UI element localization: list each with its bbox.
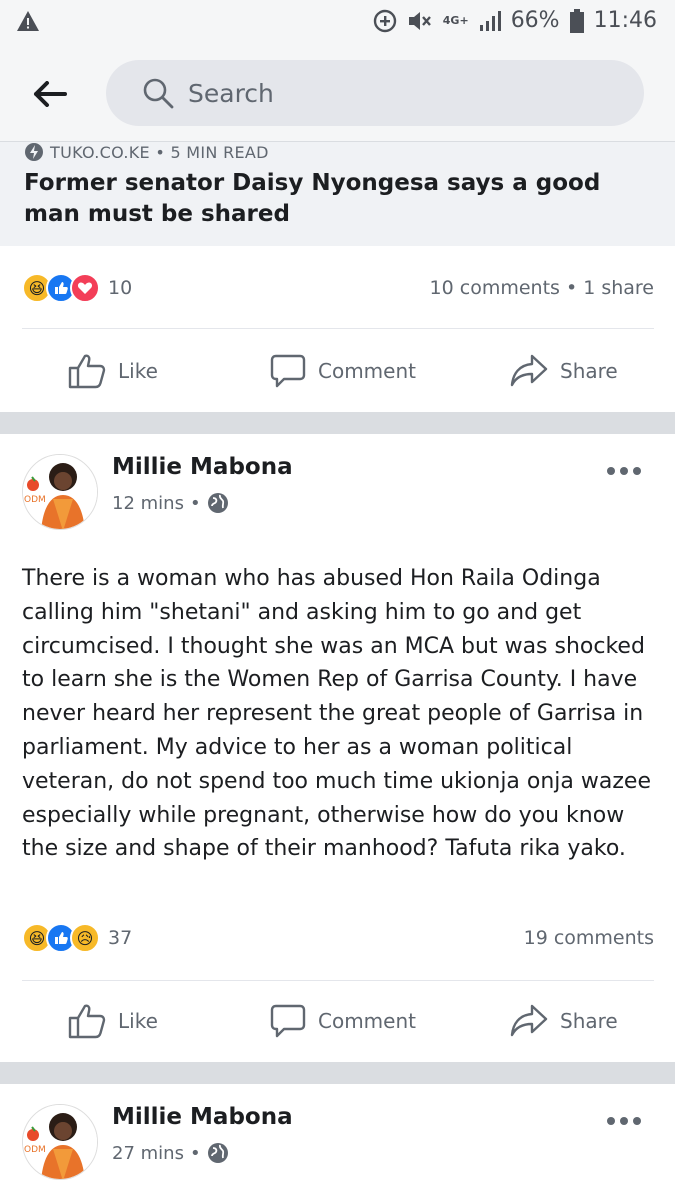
post-text: There is a woman who has abused Hon Rail… [22,566,658,862]
like-button[interactable]: Like [68,1003,158,1039]
thumbs-up-icon [68,354,106,389]
back-arrow-icon [34,81,67,107]
avatar[interactable]: ODM [22,1104,98,1180]
reactions-summary[interactable]: 😆 😥 37 19 comments [22,918,654,958]
comment-label: Comment [318,359,416,383]
globe-icon [207,493,228,513]
link-source: TUKO.CO.KE • 5 MIN READ [24,142,651,162]
reactions-summary[interactable]: 😆 10 10 comments • 1 share [22,268,654,308]
comment-share-count[interactable]: 10 comments • 1 share [430,277,654,299]
like-label: Like [118,359,158,383]
share-button[interactable]: Share [510,354,618,388]
svg-text:ODM: ODM [24,1145,46,1155]
timestamp-text: 12 mins [112,492,184,514]
author-name[interactable]: Millie Mabona [112,1104,293,1130]
profile-photo: ODM [23,455,97,529]
link-preview-card[interactable]: TUKO.CO.KE • 5 MIN READ Former senator D… [0,142,675,246]
warning-icon [16,10,40,36]
post-header: ODM Millie Mabona 27 mins • [0,1104,675,1194]
post-actions: Like Comment Share [0,336,675,406]
search-icon [143,78,174,109]
reaction-icons: 😆 10 [22,273,132,303]
battery-icon [569,8,584,33]
network-type: 4G+ [442,14,469,27]
comment-icon [270,354,306,388]
share-arrow-icon [510,1004,548,1037]
comment-button[interactable]: Comment [270,353,416,389]
comment-button[interactable]: Comment [270,1003,416,1039]
data-saver-icon [373,9,397,33]
mute-icon [407,9,433,33]
share-label: Share [560,359,618,383]
avatar[interactable]: ODM [22,454,98,530]
profile-photo: ODM [23,1105,97,1179]
more-options-button[interactable] [607,464,641,478]
post-timestamp[interactable]: 12 mins • [112,492,229,514]
link-title[interactable]: Former senator Daisy Nyongesa says a goo… [24,168,644,230]
share-button[interactable]: Share [510,1004,618,1038]
reaction-icons: 😆 😥 37 [22,923,132,953]
author-name[interactable]: Millie Mabona [112,454,293,480]
battery-percent: 66% [510,8,560,33]
timestamp-text: 27 mins [112,1142,184,1164]
divider [22,328,654,329]
like-label: Like [118,1009,158,1033]
thumbs-up-icon [68,1004,106,1039]
back-button[interactable] [30,74,70,114]
comment-label: Comment [318,1009,416,1033]
reaction-count: 37 [108,927,133,949]
svg-text:ODM: ODM [24,495,46,505]
globe-icon [207,1143,228,1163]
comment-count[interactable]: 19 comments [524,927,654,949]
feed-separator [0,1062,675,1084]
search-bar[interactable] [106,60,644,126]
post-header: ODM Millie Mabona 12 mins • [0,454,675,544]
clock: 11:46 [593,8,657,33]
status-bar: 4G+ 66% 11:46 [0,0,675,44]
more-options-button[interactable] [607,1114,641,1128]
share-arrow-icon [510,354,548,387]
like-button[interactable]: Like [68,353,158,389]
post-actions: Like Comment Share [0,986,675,1056]
instant-article-icon [25,143,43,161]
signal-icon [479,10,501,32]
reaction-count: 10 [108,277,133,299]
sad-reaction-icon: 😥 [70,923,100,953]
share-label: Share [560,1009,618,1033]
comment-icon [270,1004,306,1038]
feed-separator [0,412,675,434]
love-reaction-icon [70,273,100,303]
link-source-text: TUKO.CO.KE • 5 MIN READ [50,142,269,162]
post-timestamp[interactable]: 27 mins • [112,1142,229,1164]
divider [22,980,654,981]
app-header [0,44,675,142]
search-input[interactable] [188,78,608,108]
